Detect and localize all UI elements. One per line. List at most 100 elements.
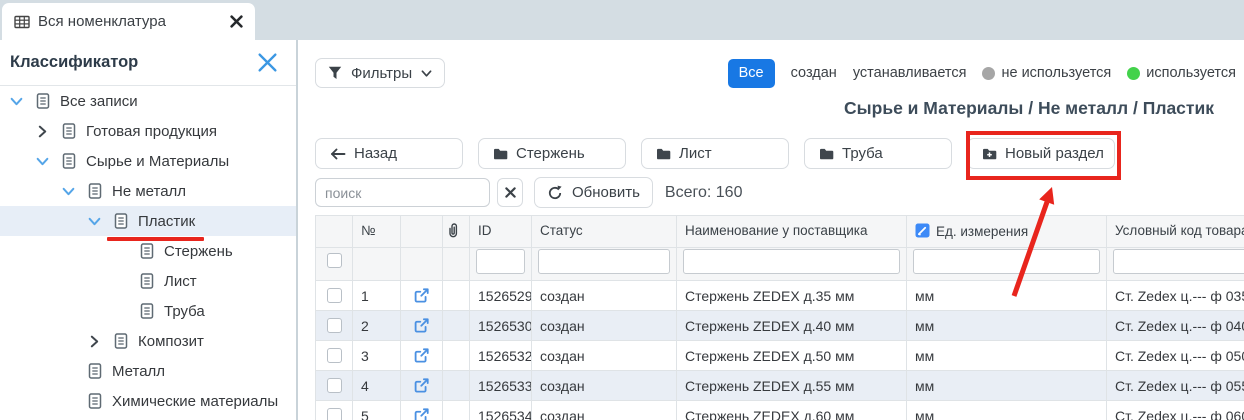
sidebar-close-icon[interactable] [257,52,278,73]
table-row[interactable]: 4 1526533 создан Стержень ZEDEX д.55 мм … [316,371,1244,401]
row-checkbox[interactable] [327,288,342,303]
tree-item-label: Готовая продукция [86,123,217,140]
tree-item-label: Стержень [164,243,233,260]
name-filter-input[interactable] [683,249,900,274]
row-number: 5 [353,401,401,420]
status-filter-input[interactable] [538,249,670,274]
cell-unit: мм [907,371,1107,401]
document-icon [62,123,86,139]
sidebar-header: Классификатор [0,40,296,86]
column-header-unit: Ед. измерения [907,216,1107,248]
chevron-down-icon[interactable] [10,95,36,108]
breadcrumb: Сырье и Материалы / Не металл / Пластик [844,98,1214,119]
clear-search-button[interactable] [497,178,523,207]
filter-cell-open [401,248,443,281]
cell-status: создан [532,341,677,371]
status-label: создан [791,65,837,81]
tree-item-truba[interactable]: Труба [0,296,296,326]
classifier-sidebar: Классификатор Все записи Готовая продукц… [0,40,296,420]
filter-cell-code [1107,248,1244,281]
tree-item-metall[interactable]: Металл [0,356,296,386]
cell-status: создан [532,371,677,401]
search-row: Обновить Всего: 160 [315,178,742,207]
chevron-down-icon[interactable] [62,185,88,198]
total-count: Всего: 160 [665,184,743,202]
edit-pencil-square-icon[interactable] [915,223,930,238]
section-button-sterzhen[interactable]: Стержень [478,138,626,169]
status-legend: Все создан устанавливается не использует… [728,59,1236,88]
chevron-down-icon [421,68,432,79]
chevron-down-icon[interactable] [36,155,62,168]
tree-item-label: Композит [138,333,204,350]
external-link-icon[interactable] [401,348,442,363]
tree-item-label: Металл [112,363,165,380]
tree-item-plastik-selected[interactable]: Пластик [0,206,296,236]
cell-code: Ст. Zedex ц.--- ф 060 [1107,401,1244,420]
back-button[interactable]: Назад [315,138,463,169]
tree-item-kompozit[interactable]: Композит [0,326,296,356]
code-filter-input[interactable] [1113,249,1244,274]
cell-unit: мм [907,401,1107,420]
tree-item-label: Сырье и Материалы [86,153,229,170]
status-legend-ustanavlivaetsya[interactable]: устанавливается [853,65,967,81]
external-link-icon[interactable] [401,408,442,420]
table-row[interactable]: 3 1526532 создан Стержень ZEDEX д.50 мм … [316,341,1244,371]
folder-icon [819,147,834,160]
row-checkbox[interactable] [327,378,342,393]
cell-code: Ст. Zedex ц.--- ф 035 [1107,281,1244,311]
filter-cell-name [677,248,907,281]
column-header-attachment [443,216,470,248]
folder-plus-icon [982,147,997,160]
tree-item-khimicheskie-materialy[interactable]: Химические материалы [0,386,296,416]
attachment-cell [443,341,470,371]
cell-unit: мм [907,341,1107,371]
row-checkbox[interactable] [327,348,342,363]
select-all-checkbox[interactable] [327,253,342,268]
tree-item-vse-zapisi[interactable]: Все записи [0,86,296,116]
sidebar-title: Классификатор [10,53,138,72]
id-filter-input[interactable] [476,249,525,274]
external-link-icon[interactable] [401,378,442,393]
button-label: Новый раздел [1005,145,1104,162]
cell-id: 1526532 [470,341,532,371]
filter-cell-num [353,248,401,281]
new-section-button[interactable]: Новый раздел [967,138,1115,169]
status-label: не используется [1001,65,1111,81]
filters-button[interactable]: Фильтры [315,58,445,88]
external-link-icon[interactable] [401,318,442,333]
chevron-right-icon[interactable] [36,125,62,138]
section-button-truba[interactable]: Труба [804,138,952,169]
annotation-red-underline [107,237,204,241]
status-filter-all-button[interactable]: Все [728,59,775,88]
column-header-name: Наименование у поставщика [677,216,907,248]
tree-item-gotovaya-produkciya[interactable]: Готовая продукция [0,116,296,146]
filter-cell-unit [907,248,1107,281]
search-input[interactable] [315,178,490,207]
row-checkbox[interactable] [327,318,342,333]
column-label: Ед. измерения [936,224,1028,239]
chevron-right-icon[interactable] [88,335,114,348]
external-link-icon[interactable] [401,288,442,303]
tree-item-list[interactable]: Лист [0,266,296,296]
chevron-down-icon[interactable] [88,215,114,228]
status-legend-ne-ispolzuetsya[interactable]: не используется [982,65,1111,81]
button-label: Обновить [572,184,640,201]
refresh-button[interactable]: Обновить [534,177,653,208]
table-row[interactable]: 2 1526530 создан Стержень ZEDEX д.40 мм … [316,311,1244,341]
cell-id: 1526533 [470,371,532,401]
attachment-cell [443,311,470,341]
document-icon [88,363,112,379]
cell-id: 1526530 [470,311,532,341]
status-legend-ispolzuetsya[interactable]: используется [1127,65,1236,81]
status-legend-sozdan[interactable]: создан [791,65,837,81]
section-button-list[interactable]: Лист [641,138,789,169]
row-checkbox[interactable] [327,408,342,420]
attachment-cell [443,401,470,420]
tab-close-icon[interactable] [230,15,243,28]
tree-item-ne-metall[interactable]: Не металл [0,176,296,206]
table-row[interactable]: 5 1526534 создан Стержень ZEDEX д.60 мм … [316,401,1244,420]
tab-all-nomenclature[interactable]: Вся номенклатура [2,3,255,40]
unit-filter-input[interactable] [913,249,1100,274]
table-row[interactable]: 1 1526529 создан Стержень ZEDEX д.35 мм … [316,281,1244,311]
tree-item-syrye-i-materialy[interactable]: Сырье и Материалы [0,146,296,176]
